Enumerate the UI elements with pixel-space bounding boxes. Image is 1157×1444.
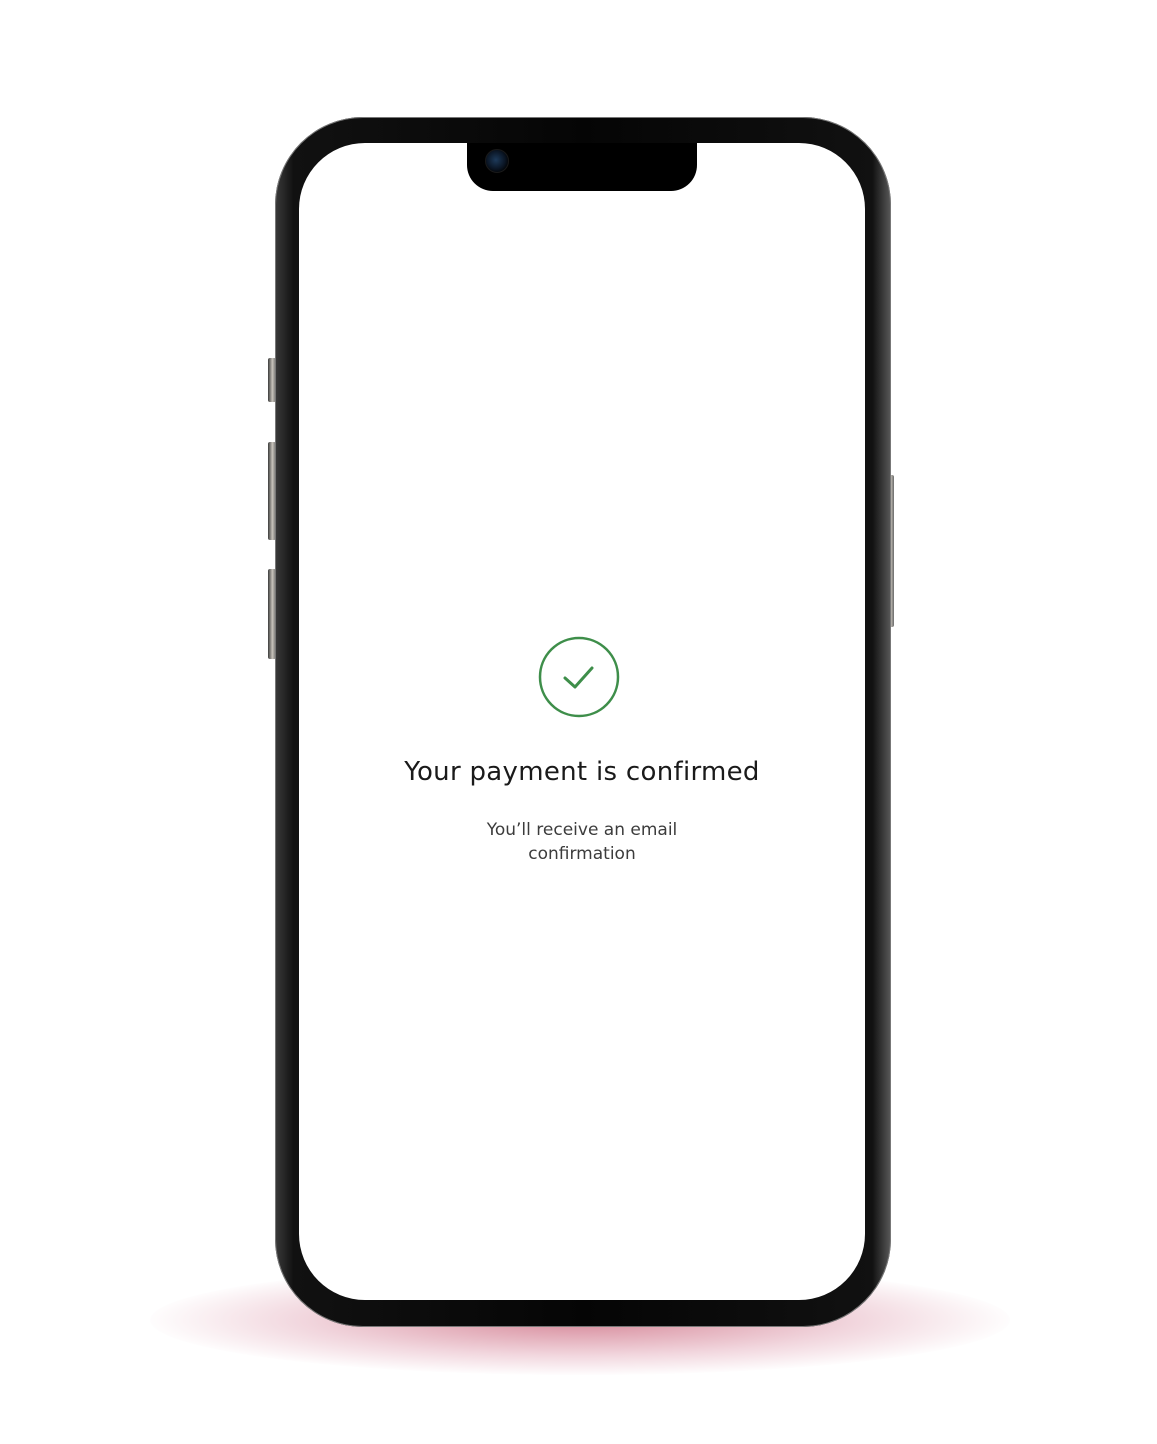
confirmation-subtitle: You’ll receive an email confirmation (486, 820, 678, 864)
confirmation-title: Your payment is confirmed (404, 757, 760, 787)
phone-frame: Your payment is confirmed You’ll receive… (275, 117, 891, 1327)
mockup-stage: Your payment is confirmed You’ll receive… (0, 0, 1157, 1444)
checkmark-circle-icon (538, 636, 620, 718)
confirmation-screen: Your payment is confirmed You’ll receive… (299, 143, 865, 1300)
phone-screen: Your payment is confirmed You’ll receive… (299, 143, 865, 1300)
